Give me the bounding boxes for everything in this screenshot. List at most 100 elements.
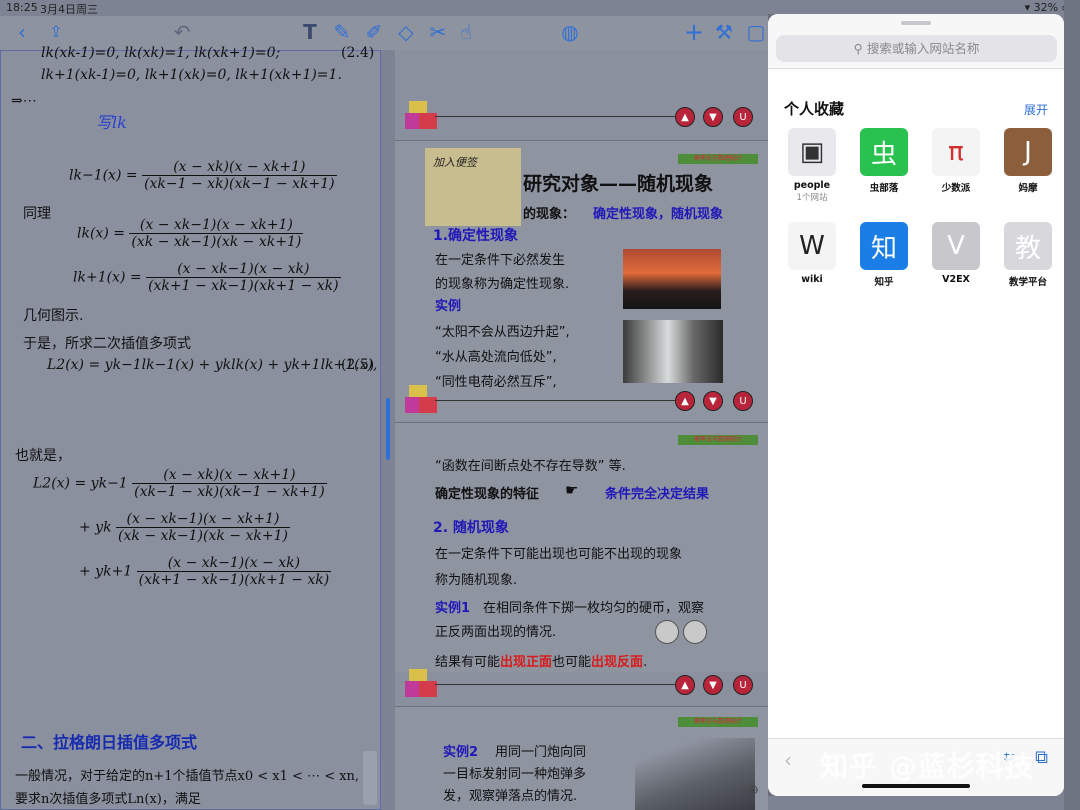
return-icon[interactable]: U bbox=[733, 107, 753, 127]
wrench-icon[interactable]: ⚒ bbox=[710, 18, 738, 46]
drag-handle[interactable] bbox=[901, 21, 931, 25]
lasso-icon[interactable]: ✂ bbox=[424, 18, 452, 46]
favorite-tile[interactable]: 教教学平台 bbox=[998, 222, 1058, 288]
prev-slide-icon[interactable]: ▲ bbox=[675, 107, 695, 127]
quote-text: “函数在间断点处不存在导数” 等. bbox=[435, 455, 626, 474]
favorite-icon: 知 bbox=[860, 222, 908, 270]
slide-nav-bar: ▲ ▼ U bbox=[395, 664, 768, 704]
quote-text: “水从高处流向低处”, bbox=[435, 346, 557, 365]
pen-icon[interactable]: ✎ bbox=[328, 18, 356, 46]
favorite-tile[interactable]: 知知乎 bbox=[854, 222, 914, 288]
favorite-label: V2EX bbox=[926, 274, 986, 285]
home-indicator[interactable] bbox=[862, 784, 970, 788]
example-label: 实例2 bbox=[443, 741, 478, 760]
body-text: 发，观察弹落点的情况. bbox=[443, 785, 577, 804]
coins-image bbox=[655, 620, 715, 644]
favorite-tile[interactable]: Wwiki bbox=[782, 222, 842, 285]
example-label: 实例 bbox=[435, 295, 461, 314]
body-text: 在相同条件下掷一枚均匀的硬币，观察 bbox=[483, 597, 704, 616]
favorite-tile[interactable]: π少数派 bbox=[926, 128, 986, 194]
equation-line: lk(xk-1)=0, lk(xk)=1, lk(xk+1)=0; bbox=[41, 45, 280, 61]
favorite-tile[interactable]: ▣people1个网站 bbox=[782, 128, 842, 203]
address-search-bar[interactable]: ⚲ 搜索或输入网站名称 bbox=[776, 35, 1057, 62]
slide-logo-icon bbox=[405, 101, 437, 133]
left-document-page[interactable]: lk(xk-1)=0, lk(xk)=1, lk(xk+1)=0; (2.4) … bbox=[0, 50, 381, 810]
favorite-tile[interactable]: 虫虫部落 bbox=[854, 128, 914, 194]
equation-number: (2.5) bbox=[341, 357, 374, 373]
favorite-icon: J bbox=[1004, 128, 1052, 176]
implies-symbol: ⇒⋯ bbox=[11, 93, 37, 109]
page-icon[interactable]: ▢ bbox=[742, 18, 770, 46]
slide-logo-icon bbox=[405, 385, 437, 417]
example-label: 实例1 bbox=[435, 597, 470, 616]
zoom-icon[interactable]: ⊕ bbox=[748, 783, 766, 801]
search-icon: ⚲ bbox=[854, 41, 867, 56]
heading-random: 2. 随机现象 bbox=[433, 517, 509, 537]
search-placeholder: 搜索或输入网站名称 bbox=[867, 41, 980, 56]
feature-value: 条件完全决定结果 bbox=[605, 483, 709, 502]
watermark-text: 知乎 @蓝杉科技 bbox=[820, 745, 1034, 785]
status-date: 3月4日周三 bbox=[40, 1, 98, 17]
back-icon[interactable]: ‹ bbox=[784, 748, 792, 772]
safari-slide-over: ⚲ 搜索或输入网站名称 个人收藏 展开 ▣people1个网站虫虫部落π少数派J… bbox=[768, 14, 1064, 796]
prev-slide-icon[interactable]: ▲ bbox=[675, 391, 695, 411]
artillery-image bbox=[635, 738, 755, 810]
slide-logo-icon bbox=[405, 669, 437, 701]
favorite-tile[interactable]: V V2EX bbox=[926, 222, 986, 285]
equation-l2-term3: + yk+1 (x − xk−1)(x − xk)(xk+1 − xk−1)(x… bbox=[79, 555, 331, 588]
hand-icon[interactable]: ☝ bbox=[452, 18, 480, 46]
back-icon[interactable]: ‹ bbox=[8, 18, 36, 46]
body-text: 一目标发射同一种炮弹多 bbox=[443, 763, 586, 782]
next-slide-icon[interactable]: ▼ bbox=[703, 391, 723, 411]
favorite-icon: 教 bbox=[1004, 222, 1052, 270]
favorite-label: 妈摩 bbox=[998, 180, 1058, 194]
text-tool-icon[interactable]: T bbox=[296, 18, 324, 46]
equation-line: lk+1(xk-1)=0, lk+1(xk)=0, lk+1(xk+1)=1. bbox=[41, 67, 342, 83]
body-text: 称为随机现象. bbox=[435, 569, 517, 588]
eraser-icon[interactable]: ◇ bbox=[392, 18, 420, 46]
section-heading: 二、拉格朗日插值多项式 bbox=[21, 729, 197, 753]
favorite-label: 教学平台 bbox=[998, 274, 1058, 288]
favorite-sublabel: 1个网站 bbox=[782, 191, 842, 203]
add-icon[interactable]: + bbox=[680, 18, 708, 46]
highlighter-icon[interactable]: ✐ bbox=[360, 18, 388, 46]
share-icon[interactable]: ⇪ bbox=[42, 18, 70, 46]
slide-subtitle-text: 的现象： bbox=[523, 203, 575, 222]
background-strip bbox=[1064, 0, 1080, 810]
slides-document[interactable]: ▲ ▼ U 概率论与数理统计 研究对象——随机现象 的现象： 确定性现象，随机现… bbox=[395, 50, 768, 810]
prev-slide-icon[interactable]: ▲ bbox=[675, 675, 695, 695]
equation-l-k-plus-1: lk+1(x) = (x − xk−1)(x − xk)(xk+1 − xk−1… bbox=[73, 261, 341, 294]
favorite-icon: W bbox=[788, 222, 836, 270]
next-slide-icon[interactable]: ▼ bbox=[703, 675, 723, 695]
slide-nav-bar: ▲ ▼ U bbox=[395, 380, 768, 420]
tabs-icon[interactable]: ⧉ bbox=[1035, 747, 1048, 768]
body-text: 在一定条件下可能出现也可能不出现的现象 bbox=[435, 543, 682, 562]
favorite-tile[interactable]: J 妈摩 bbox=[998, 128, 1058, 194]
equation-number: (2.4) bbox=[341, 45, 374, 61]
equation-l-k-minus-1: lk−1(x) = (x − xk)(x − xk+1)(xk−1 − xk)(… bbox=[69, 159, 337, 192]
page-scroller[interactable] bbox=[363, 751, 377, 805]
mic-icon[interactable]: ◍ bbox=[556, 18, 584, 46]
sticky-note[interactable]: 加入便签 bbox=[425, 148, 521, 226]
split-divider-handle[interactable] bbox=[386, 398, 390, 460]
waterfall-image bbox=[623, 320, 723, 383]
favorite-label: 知乎 bbox=[854, 274, 914, 288]
geometry-text: 几何图示. bbox=[23, 305, 83, 325]
next-slide-icon[interactable]: ▼ bbox=[703, 107, 723, 127]
body-text: 用同一门炮向同 bbox=[495, 741, 586, 760]
favorite-label: wiki bbox=[782, 274, 842, 285]
body-text: 一般情况，对于给定的n+1个插值节点x0 < x1 < ⋯ < xn, bbox=[15, 765, 359, 784]
favorites-title: 个人收藏 bbox=[784, 98, 844, 119]
favorite-icon: V bbox=[932, 222, 980, 270]
that-is-text: 也就是， bbox=[15, 445, 71, 465]
undo-icon[interactable]: ↶ bbox=[168, 18, 196, 46]
return-icon[interactable]: U bbox=[733, 391, 753, 411]
slide-nav-bar: ▲ ▼ U bbox=[395, 96, 768, 136]
similarly-text: 同理 bbox=[23, 203, 51, 223]
return-icon[interactable]: U bbox=[733, 675, 753, 695]
favorite-icon: 虫 bbox=[860, 128, 908, 176]
equation-l2: L2(x) = yk−1lk−1(x) + yklk(x) + yk+1lk+1… bbox=[47, 357, 377, 373]
favorite-icon: ▣ bbox=[788, 128, 836, 176]
expand-link[interactable]: 展开 bbox=[1024, 101, 1048, 118]
slide-subtitle-highlight: 确定性现象，随机现象 bbox=[593, 203, 723, 222]
